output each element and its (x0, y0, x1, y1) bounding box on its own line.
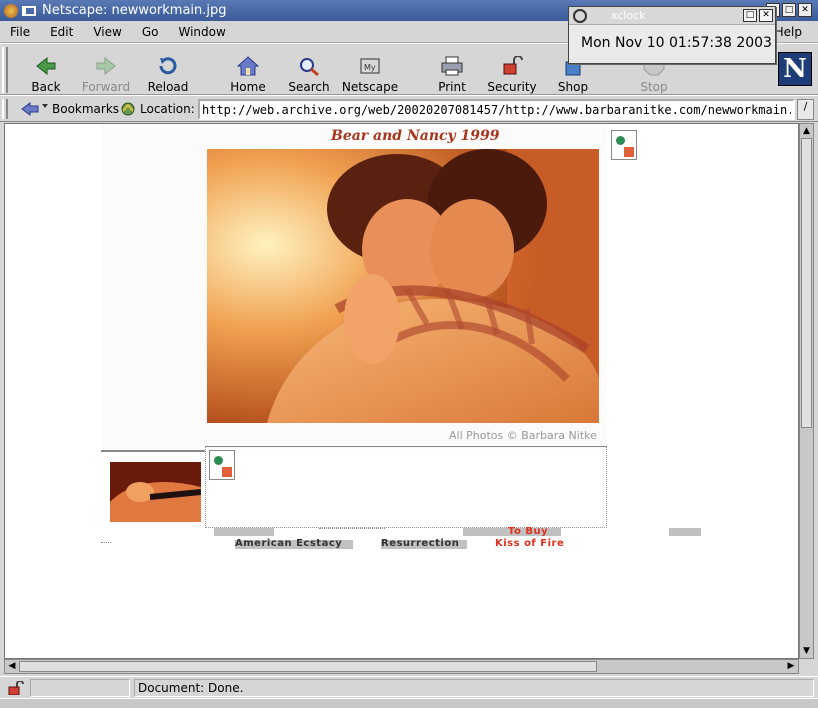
nav-gray-bar-1 (214, 528, 274, 536)
print-button[interactable]: Print (436, 46, 468, 94)
security-button[interactable]: Security (487, 46, 537, 94)
unlocked-padlock-icon (503, 56, 523, 75)
pin-icon[interactable] (22, 5, 36, 16)
search-label: Search (288, 80, 330, 94)
desktop-taskbar[interactable] (0, 698, 818, 708)
clock-title-bar[interactable]: xclock □ ✕ (569, 7, 775, 25)
divider-line (101, 450, 205, 452)
clock-maximize-button[interactable]: □ (743, 9, 757, 22)
scroll-down-arrow-icon[interactable]: ▼ (800, 644, 813, 658)
photo-credit: All Photos © Barbara Nitke (449, 429, 597, 442)
url-history-dropdown[interactable]: / (797, 99, 814, 120)
to-buy-link[interactable]: To Buy (508, 526, 548, 537)
shop-label: Shop (557, 80, 589, 94)
url-field[interactable] (198, 99, 795, 120)
back-arrow-icon (36, 56, 56, 76)
home-label: Home (230, 80, 266, 94)
netscape-button[interactable]: My Netscape (342, 46, 398, 94)
resurrection-link[interactable]: Resurrection (381, 538, 459, 549)
bookmarks-icon (21, 102, 48, 116)
bookmarks-button[interactable]: Bookmarks (20, 101, 119, 117)
menu-go[interactable]: Go (132, 25, 169, 39)
nav-dotline-2 (101, 542, 111, 543)
horizontal-scrollbar[interactable]: ◀ ▶ (4, 659, 799, 674)
scroll-right-arrow-icon[interactable]: ▶ (784, 660, 798, 673)
broken-image-icon-2 (209, 450, 235, 480)
nav-dotline-1 (319, 528, 385, 529)
reload-label: Reload (147, 80, 189, 94)
american-ecstacy-link[interactable]: American Ecstacy (235, 538, 342, 549)
reload-button[interactable]: Reload (146, 46, 190, 94)
security-status-lock-icon[interactable] (8, 681, 24, 695)
photo-panel: Bear and Nancy 1999 All Photos © Barbara… (101, 124, 607, 449)
menu-file[interactable]: File (0, 25, 40, 39)
toolbar-grip[interactable] (2, 47, 8, 93)
search-icon (300, 58, 319, 76)
photo-image (207, 149, 599, 423)
location-label-group: Location: (120, 101, 195, 117)
vertical-scrollbar[interactable]: ▲ ▼ (799, 123, 814, 659)
menu-view[interactable]: View (83, 25, 131, 39)
lower-frame (205, 446, 607, 528)
reload-icon (159, 57, 177, 75)
broken-image-icon (611, 130, 637, 160)
featured-photo (207, 149, 599, 423)
security-label: Security (487, 80, 537, 94)
home-button[interactable]: Home (229, 46, 267, 94)
status-message: Document: Done. (134, 679, 814, 697)
forward-button[interactable]: Forward (80, 46, 132, 94)
back-button[interactable]: Back (28, 46, 64, 94)
svg-text:My: My (364, 63, 376, 72)
nav-gray-bar-3 (669, 528, 701, 536)
forward-arrow-icon (96, 56, 116, 76)
photo-caption: Bear and Nancy 1999 (331, 128, 500, 144)
maximize-window-button[interactable]: □ (782, 3, 796, 17)
netscape-logo[interactable]: N (778, 52, 812, 86)
clock-time: Mon Nov 10 01:57:38 2003 (581, 35, 772, 51)
scroll-up-arrow-icon[interactable]: ▲ (800, 124, 813, 138)
clock-window[interactable]: xclock □ ✕ Mon Nov 10 01:57:38 2003 (568, 6, 776, 64)
print-label: Print (438, 80, 466, 94)
my-netscape-icon: My (360, 58, 380, 74)
location-label: Location: (140, 102, 195, 116)
location-toolbar-grip[interactable] (2, 99, 8, 119)
page-proxy-icon[interactable] (120, 101, 136, 117)
printer-icon (441, 56, 463, 76)
horizontal-scroll-thumb[interactable] (19, 661, 597, 672)
progress-bar (30, 679, 130, 697)
back-label: Back (31, 80, 61, 94)
clock-close-button[interactable]: ✕ (759, 9, 773, 22)
forward-label: Forward (81, 80, 131, 94)
bookmarks-label: Bookmarks (52, 102, 120, 116)
netscape-system-icon[interactable] (4, 3, 18, 18)
browser-window: Netscape: newworkmain.jpg _ □ ✕ File Edi… (0, 0, 818, 708)
close-window-button[interactable]: ✕ (798, 3, 812, 17)
clock-icon (573, 9, 587, 23)
home-icon (237, 56, 259, 76)
stop-label: Stop (640, 80, 668, 94)
menu-window[interactable]: Window (168, 25, 235, 39)
vertical-scroll-thumb[interactable] (801, 138, 812, 428)
menu-edit[interactable]: Edit (40, 25, 83, 39)
page-viewport[interactable]: Bear and Nancy 1999 All Photos © Barbara… (4, 123, 799, 659)
location-toolbar: Bookmarks Location: / (0, 95, 818, 122)
search-button[interactable]: Search (288, 46, 330, 94)
thumbnail-photo (110, 462, 201, 522)
window-title: Netscape: newworkmain.jpg (42, 3, 227, 18)
thumbnail-image[interactable] (110, 462, 201, 522)
scroll-left-arrow-icon[interactable]: ◀ (5, 660, 19, 673)
status-bar: Document: Done. (0, 676, 818, 698)
clock-title: xclock (611, 9, 646, 22)
kiss-of-fire-link[interactable]: Kiss of Fire (495, 538, 564, 549)
netscape-label: Netscape (341, 80, 399, 94)
